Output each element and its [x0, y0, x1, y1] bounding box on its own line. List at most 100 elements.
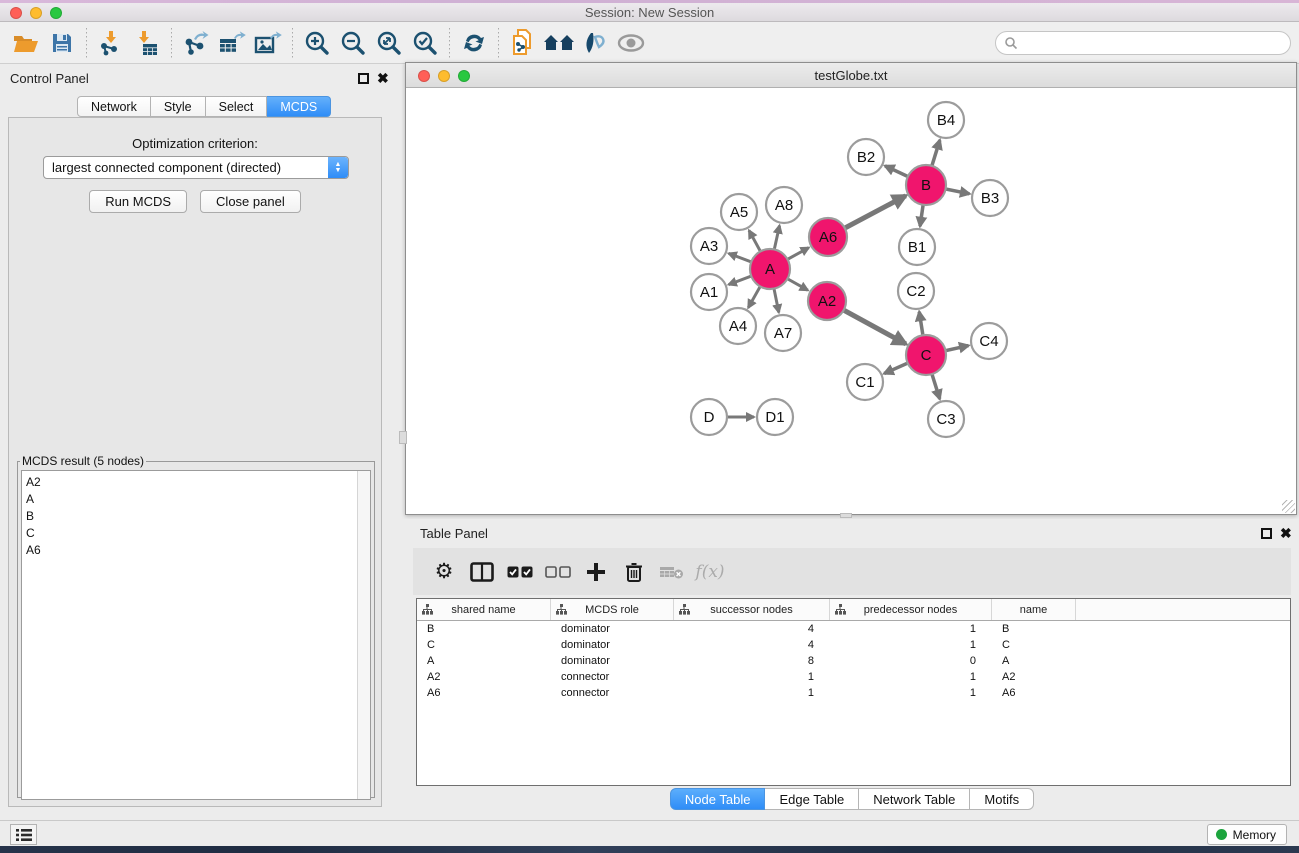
table-float-panel-icon[interactable]: [1261, 528, 1272, 539]
memory-button[interactable]: Memory: [1207, 824, 1287, 845]
tab-select[interactable]: Select: [206, 96, 268, 117]
toolbar-separator: [171, 28, 172, 58]
zoom-selected-icon: [412, 30, 438, 56]
network-window-titlebar[interactable]: testGlobe.txt: [406, 63, 1296, 88]
table-tabs: Node TableEdge TableNetwork TableMotifs: [405, 788, 1299, 810]
tab-edge-table[interactable]: Edge Table: [765, 788, 859, 810]
node-label-B2: B2: [857, 149, 875, 166]
network-window-controls[interactable]: [418, 70, 470, 82]
double-home-icon: [543, 32, 575, 54]
window-resize-grip[interactable]: [1282, 500, 1295, 513]
mcds-result-item[interactable]: B: [26, 508, 357, 525]
mcds-result-item[interactable]: A: [26, 491, 357, 508]
eye-preview-button[interactable]: [613, 26, 649, 60]
table-cell: B: [417, 623, 551, 635]
close-window-button[interactable]: [10, 7, 22, 19]
control-panel: Control Panel ✖ NetworkStyleSelectMCDS O…: [0, 64, 390, 820]
window-controls[interactable]: [10, 7, 62, 19]
node-table[interactable]: shared nameMCDS rolesuccessor nodesprede…: [416, 598, 1291, 786]
tab-motifs[interactable]: Motifs: [970, 788, 1034, 810]
import-table-button[interactable]: [129, 26, 165, 60]
node-label-A5: A5: [730, 204, 748, 221]
deselect-all-columns-button[interactable]: [539, 554, 577, 590]
table-row[interactable]: Bdominator41B: [417, 621, 1290, 637]
table-row[interactable]: Adominator80A: [417, 653, 1290, 669]
table-row[interactable]: A6connector11A6: [417, 685, 1290, 701]
export-image-button[interactable]: [250, 26, 286, 60]
column-header-successor-nodes[interactable]: successor nodes: [674, 599, 830, 620]
select-all-columns-button[interactable]: [501, 554, 539, 590]
network-canvas[interactable]: B4B2BB3A8A5A6A3B1AA1C2A2A4A7C4CC1C3DD1: [406, 88, 1296, 514]
add-column-button[interactable]: [577, 554, 615, 590]
search-input[interactable]: [1018, 33, 1290, 53]
column-header-predecessor-nodes[interactable]: predecessor nodes: [830, 599, 992, 620]
show-hide-graphics-button[interactable]: [577, 26, 613, 60]
network-close-button[interactable]: [418, 70, 430, 82]
mcds-result-item[interactable]: A2: [26, 474, 357, 491]
table-cell: 1: [830, 623, 992, 635]
refresh-layout-button[interactable]: [456, 26, 492, 60]
run-mcds-button[interactable]: Run MCDS: [89, 190, 187, 213]
tab-network[interactable]: Network: [77, 96, 151, 117]
float-panel-icon[interactable]: [358, 73, 369, 84]
app-titlebar[interactable]: Session: New Session: [0, 3, 1299, 22]
network-graph[interactable]: B4B2BB3A8A5A6A3B1AA1C2A2A4A7C4CC1C3DD1: [406, 88, 1296, 514]
table-settings-button[interactable]: ⚙: [425, 554, 463, 590]
network-minimize-button[interactable]: [438, 70, 450, 82]
node-label-B1: B1: [908, 239, 926, 256]
table-cell: 0: [830, 655, 992, 667]
export-network-button[interactable]: [178, 26, 214, 60]
hierarchy-icon: [835, 604, 846, 615]
mcds-result-item[interactable]: A6: [26, 542, 357, 559]
network-view-window[interactable]: testGlobe.txt B4B2BB3A8A5A6A3B1AA1C2A2A4…: [405, 62, 1297, 515]
clone-network-button[interactable]: [505, 26, 541, 60]
import-network-button[interactable]: [93, 26, 129, 60]
zoom-selected-button[interactable]: [407, 26, 443, 60]
zoom-fit-button[interactable]: [371, 26, 407, 60]
node-label-C4: C4: [979, 333, 998, 350]
zoom-in-button[interactable]: [299, 26, 335, 60]
zoom-out-button[interactable]: [335, 26, 371, 60]
mcds-result-list[interactable]: A2ABCA6: [21, 470, 371, 800]
table-cell: 1: [830, 671, 992, 683]
home-layout-button[interactable]: [541, 26, 577, 60]
table-cell: A: [992, 655, 1076, 667]
tab-node-table[interactable]: Node Table: [670, 788, 766, 810]
save-session-button[interactable]: [44, 26, 80, 60]
mcds-result-item[interactable]: C: [26, 525, 357, 542]
table-cell: B: [992, 623, 1076, 635]
split-table-button[interactable]: [463, 554, 501, 590]
zoom-out-icon: [340, 30, 366, 56]
zoom-window-button[interactable]: [50, 7, 62, 19]
export-table-button[interactable]: [214, 26, 250, 60]
table-cell: 4: [674, 623, 830, 635]
table-row[interactable]: A2connector11A2: [417, 669, 1290, 685]
column-header-MCDS-role[interactable]: MCDS role: [551, 599, 674, 620]
open-session-button[interactable]: [8, 26, 44, 60]
close-panel-icon[interactable]: ✖: [377, 70, 389, 86]
node-label-C3: C3: [936, 411, 955, 428]
unchecked-boxes-icon: [545, 566, 571, 578]
delete-table-button-disabled: [653, 554, 691, 590]
vertical-split-handle[interactable]: [399, 431, 407, 444]
task-history-button[interactable]: [10, 824, 37, 845]
import-table-icon: [134, 30, 160, 56]
control-panel-title: Control Panel: [10, 71, 89, 86]
result-list-scrollbar[interactable]: [357, 471, 370, 799]
minimize-window-button[interactable]: [30, 7, 42, 19]
toolbar-search-field[interactable]: [995, 31, 1291, 55]
network-zoom-button[interactable]: [458, 70, 470, 82]
column-header-name[interactable]: name: [992, 599, 1076, 620]
checked-boxes-icon: [507, 566, 533, 578]
tab-style[interactable]: Style: [151, 96, 206, 117]
delete-column-button[interactable]: [615, 554, 653, 590]
table-row[interactable]: Cdominator41C: [417, 637, 1290, 653]
horizontal-split-handle[interactable]: [840, 513, 852, 518]
close-panel-button[interactable]: Close panel: [200, 190, 301, 213]
tab-mcds[interactable]: MCDS: [267, 96, 331, 117]
criterion-dropdown[interactable]: largest connected component (directed) ▲…: [43, 156, 349, 179]
table-close-panel-icon[interactable]: ✖: [1280, 525, 1292, 541]
tab-network-table[interactable]: Network Table: [859, 788, 970, 810]
import-network-icon: [98, 30, 124, 56]
column-header-shared-name[interactable]: shared name: [417, 599, 551, 620]
